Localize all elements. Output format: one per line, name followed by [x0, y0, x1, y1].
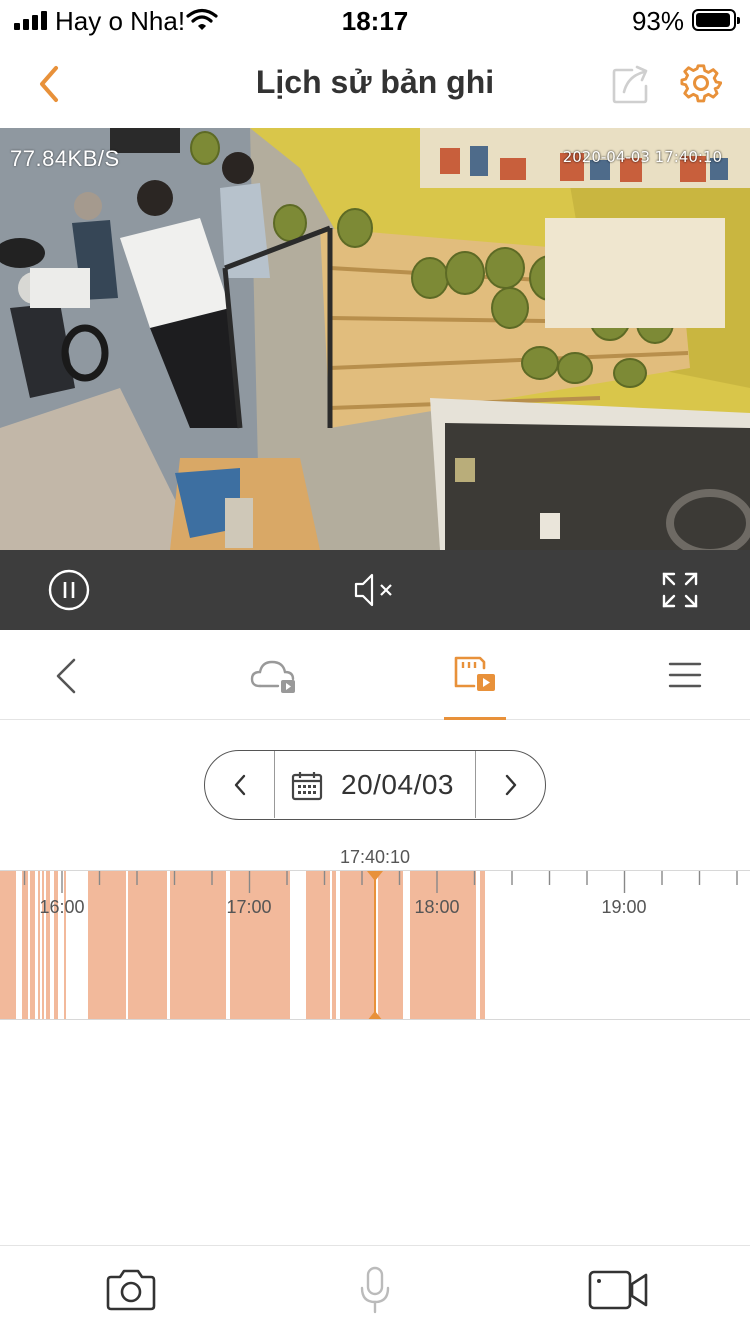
battery-percentage: 93% — [631, 6, 684, 36]
back-chevron-icon[interactable] — [52, 656, 82, 696]
recording-segment — [42, 871, 44, 1019]
menu-icon[interactable] — [668, 660, 702, 690]
recording-segment — [38, 871, 40, 1019]
video-record-icon[interactable] — [588, 1270, 650, 1310]
cloud-playback-icon[interactable] — [250, 656, 300, 696]
recording-segment — [230, 871, 290, 1019]
recording-segment — [378, 871, 403, 1019]
timeline-canvas — [0, 871, 738, 1019]
recording-segment — [54, 871, 58, 1019]
date-picker: 20/04/03 — [204, 750, 546, 820]
nav-header: Lịch sử bản ghi — [0, 40, 750, 128]
recording-segment — [410, 871, 476, 1019]
fullscreen-icon[interactable] — [660, 570, 700, 610]
active-tab-indicator — [444, 717, 506, 720]
timeline-cursor-time: 17:40:10 — [339, 847, 411, 867]
selected-date[interactable]: 20/04/03 — [341, 769, 454, 801]
playback-tab-bar — [0, 630, 750, 720]
status-bar: Hay o Nha! 18:17 93% — [0, 0, 750, 40]
hour-label: 16:00 — [39, 897, 85, 917]
share-icon[interactable] — [610, 62, 654, 106]
hour-label: 17:00 — [226, 897, 272, 917]
recording-segment — [22, 871, 28, 1019]
hour-label: 19:00 — [601, 897, 647, 917]
video-timestamp: 2020-04-03 17:40:10 — [562, 148, 722, 166]
recording-segment — [332, 871, 336, 1019]
recording-segment — [46, 871, 50, 1019]
recording-segment — [0, 871, 16, 1019]
previous-day-button[interactable] — [205, 751, 275, 818]
playback-control-bar — [0, 550, 750, 630]
hour-label: 18:00 — [414, 897, 460, 917]
bottom-action-bar — [0, 1245, 750, 1334]
chevron-left-icon — [234, 774, 246, 796]
pause-icon[interactable] — [48, 569, 90, 611]
gear-icon[interactable] — [680, 62, 722, 104]
speaker-muted-icon[interactable] — [352, 570, 396, 610]
recording-segment — [128, 871, 167, 1019]
recording-timeline[interactable]: 16:00 17:00 18:00 19:00 — [0, 870, 750, 1020]
calendar-icon[interactable] — [291, 771, 323, 801]
recording-segment — [88, 871, 126, 1019]
recording-segment — [64, 871, 66, 1019]
sd-card-playback-icon[interactable] — [452, 654, 498, 696]
recording-segment — [306, 871, 330, 1019]
next-day-button[interactable] — [475, 751, 545, 818]
recording-segment — [170, 871, 226, 1019]
recording-segment — [480, 871, 485, 1019]
camera-video-view[interactable]: 77.84KB/S 2020-04-03 17:40:10 — [0, 128, 750, 550]
microphone-icon[interactable] — [358, 1266, 392, 1314]
recording-segment — [30, 871, 35, 1019]
camera-scene — [0, 128, 750, 550]
back-arrow-icon[interactable] — [30, 62, 70, 106]
recording-segment — [340, 871, 374, 1019]
camera-snapshot-icon[interactable] — [104, 1268, 158, 1312]
bitrate-readout: 77.84KB/S — [10, 146, 120, 171]
battery-icon — [692, 9, 740, 31]
chevron-right-icon — [505, 774, 517, 796]
